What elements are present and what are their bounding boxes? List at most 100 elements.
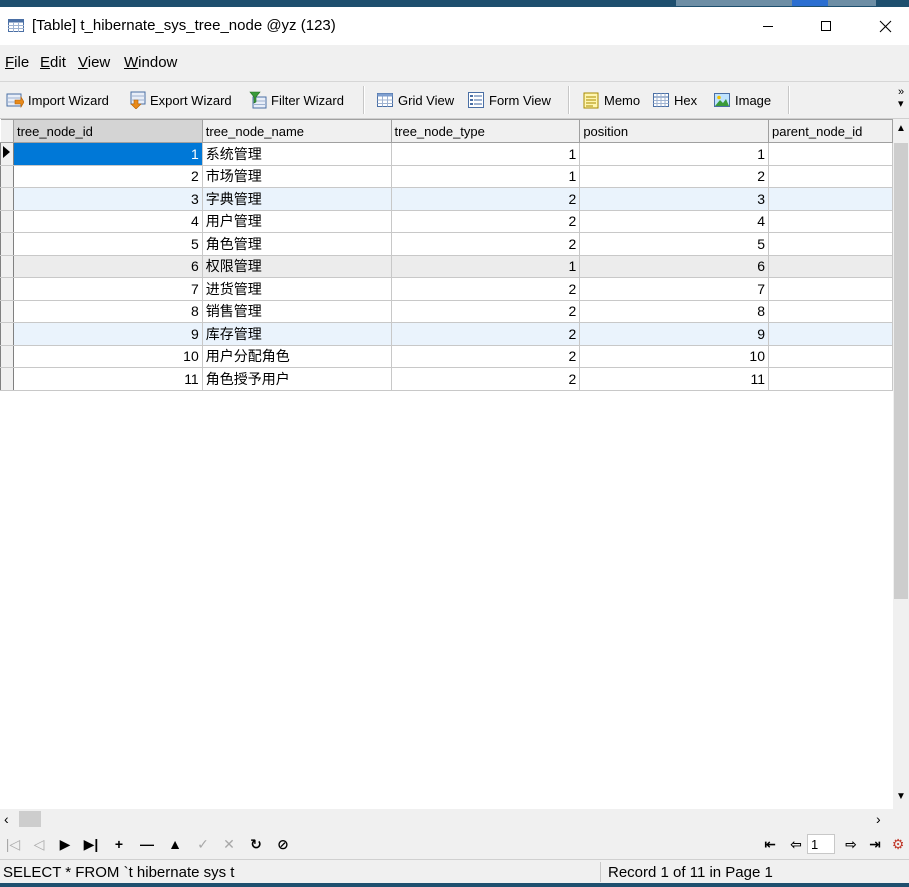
cell-tree-node-name[interactable]: 用户管理	[202, 210, 392, 233]
cell-parent-node-id[interactable]	[768, 300, 893, 323]
cell-tree-node-type[interactable]: 1	[391, 142, 581, 166]
cell-position[interactable]: 11	[579, 367, 769, 391]
cell-tree-node-name[interactable]: 角色管理	[202, 232, 392, 256]
cell-parent-node-id[interactable]	[768, 345, 893, 368]
import-wizard-button[interactable]: Import Wizard	[6, 90, 109, 110]
add-record-icon[interactable]: +	[108, 834, 130, 854]
cell-tree-node-id[interactable]: 4	[13, 210, 203, 233]
memo-button[interactable]: Memo	[582, 90, 640, 110]
cell-tree-node-name[interactable]: 市场管理	[202, 165, 392, 188]
cell-tree-node-type[interactable]: 2	[391, 232, 581, 256]
first-record-icon[interactable]: |◁	[2, 834, 24, 854]
cell-tree-node-id[interactable]: 2	[13, 165, 203, 188]
cell-tree-node-id[interactable]: 11	[13, 367, 203, 391]
confirm-icon[interactable]: ✓	[192, 834, 214, 854]
table-row[interactable]: 3 字典管理 2 3	[0, 187, 893, 211]
row-indicator[interactable]	[0, 255, 14, 278]
cell-tree-node-name[interactable]: 权限管理	[202, 255, 392, 278]
delete-record-icon[interactable]: —	[136, 834, 158, 854]
row-indicator[interactable]	[0, 345, 14, 368]
menu-window[interactable]: Window	[124, 54, 177, 72]
row-indicator[interactable]	[0, 187, 14, 211]
vertical-scrollbar[interactable]: ▲ ▼	[893, 119, 909, 809]
table-row[interactable]: 7 进货管理 2 7	[0, 277, 893, 301]
next-record-icon[interactable]: ▶	[54, 834, 76, 854]
last-page-icon[interactable]: ⇥	[864, 834, 886, 854]
cell-tree-node-type[interactable]: 1	[391, 165, 581, 188]
close-button[interactable]	[862, 7, 908, 45]
cell-position[interactable]: 4	[579, 210, 769, 233]
cell-tree-node-name[interactable]: 库存管理	[202, 322, 392, 346]
row-indicator[interactable]	[0, 277, 14, 301]
horizontal-scrollbar[interactable]: ‹ ›	[0, 809, 893, 829]
hex-button[interactable]: Hex	[652, 90, 697, 110]
toolbar-overflow-button[interactable]: » ▾	[898, 86, 904, 110]
cell-tree-node-id[interactable]: 8	[13, 300, 203, 323]
cell-tree-node-name[interactable]: 字典管理	[202, 187, 392, 211]
table-row[interactable]: 6 权限管理 1 6	[0, 255, 893, 278]
cell-tree-node-type[interactable]: 2	[391, 277, 581, 301]
cell-tree-node-name[interactable]: 系统管理	[202, 142, 392, 166]
last-record-icon[interactable]: ▶|	[80, 834, 102, 854]
cell-tree-node-type[interactable]: 2	[391, 367, 581, 391]
cell-position[interactable]: 8	[579, 300, 769, 323]
table-row[interactable]: 8 销售管理 2 8	[0, 300, 893, 323]
row-indicator[interactable]	[0, 165, 14, 188]
form-view-button[interactable]: Form View	[467, 90, 551, 110]
filter-wizard-button[interactable]: Filter Wizard	[249, 90, 344, 110]
apply-changes-icon[interactable]: ▲	[164, 834, 186, 854]
vertical-scroll-thumb[interactable]	[894, 143, 908, 599]
stop-icon[interactable]: ⊘	[272, 834, 294, 854]
table-row[interactable]: 5 角色管理 2 5	[0, 232, 893, 256]
cell-tree-node-type[interactable]: 2	[391, 187, 581, 211]
column-header-parent-node-id[interactable]: parent_node_id	[768, 119, 893, 143]
column-header-position[interactable]: position	[579, 119, 769, 143]
scroll-left-icon[interactable]: ‹	[4, 811, 9, 827]
cell-position[interactable]: 6	[579, 255, 769, 278]
previous-record-icon[interactable]: ◁	[28, 834, 50, 854]
cell-tree-node-type[interactable]: 2	[391, 322, 581, 346]
cell-tree-node-type[interactable]: 2	[391, 300, 581, 323]
cell-tree-node-id[interactable]: 9	[13, 322, 203, 346]
image-button[interactable]: Image	[713, 90, 771, 110]
cell-tree-node-name[interactable]: 销售管理	[202, 300, 392, 323]
refresh-icon[interactable]: ↻	[245, 834, 267, 854]
cell-tree-node-id[interactable]: 3	[13, 187, 203, 211]
table-row[interactable]: 10 用户分配角色 2 10	[0, 345, 893, 368]
page-settings-icon[interactable]: ⚙	[887, 834, 909, 854]
table-row[interactable]: 2 市场管理 1 2	[0, 165, 893, 188]
horizontal-scroll-thumb[interactable]	[19, 811, 41, 827]
menu-view[interactable]: View	[78, 54, 110, 72]
next-page-icon[interactable]: ⇨	[840, 834, 862, 854]
first-page-icon[interactable]: ⇤	[759, 834, 781, 854]
cell-position[interactable]: 1	[579, 142, 769, 166]
cell-position[interactable]: 9	[579, 322, 769, 346]
maximize-button[interactable]	[803, 7, 849, 45]
cell-parent-node-id[interactable]	[768, 277, 893, 301]
row-indicator[interactable]	[0, 322, 14, 346]
cell-parent-node-id[interactable]	[768, 322, 893, 346]
export-wizard-button[interactable]: Export Wizard	[128, 90, 232, 110]
scroll-up-icon[interactable]: ▲	[893, 123, 909, 134]
page-number-input[interactable]: 1	[807, 834, 835, 854]
table-row[interactable]: 9 库存管理 2 9	[0, 322, 893, 346]
cell-tree-node-name[interactable]: 用户分配角色	[202, 345, 392, 368]
cell-parent-node-id[interactable]	[768, 210, 893, 233]
row-indicator[interactable]	[0, 210, 14, 233]
column-header-tree-node-type[interactable]: tree_node_type	[391, 119, 581, 143]
minimize-button[interactable]	[745, 7, 791, 45]
cell-position[interactable]: 7	[579, 277, 769, 301]
cell-position[interactable]: 3	[579, 187, 769, 211]
cell-parent-node-id[interactable]	[768, 367, 893, 391]
column-header-tree-node-id[interactable]: tree_node_id	[13, 119, 203, 143]
cell-tree-node-name[interactable]: 进货管理	[202, 277, 392, 301]
row-indicator[interactable]	[0, 300, 14, 323]
menu-edit[interactable]: Edit	[40, 54, 66, 72]
cell-tree-node-id[interactable]: 5	[13, 232, 203, 256]
cell-parent-node-id[interactable]	[768, 165, 893, 188]
column-header-tree-node-name[interactable]: tree_node_name	[202, 119, 392, 143]
cancel-changes-icon[interactable]: ✕	[218, 834, 240, 854]
cell-position[interactable]: 2	[579, 165, 769, 188]
table-row[interactable]: 4 用户管理 2 4	[0, 210, 893, 233]
table-row[interactable]: 1 系统管理 1 1	[0, 142, 893, 166]
